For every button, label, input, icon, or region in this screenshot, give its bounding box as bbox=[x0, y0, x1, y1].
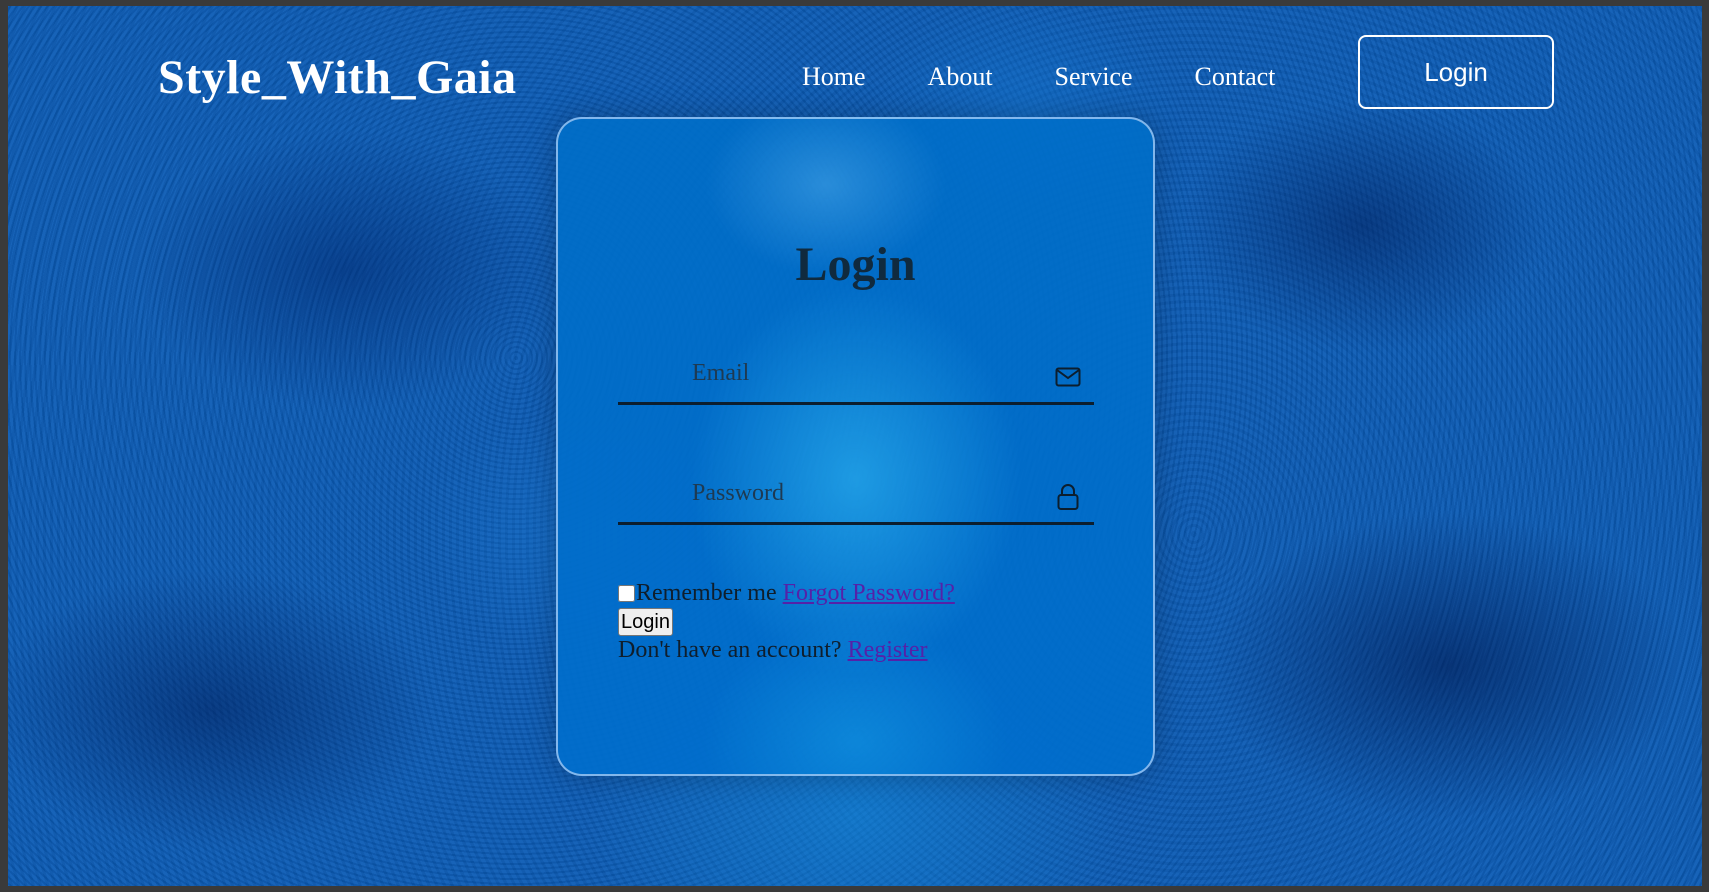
nav-service-link[interactable]: Service bbox=[1055, 62, 1133, 92]
lock-icon bbox=[1054, 483, 1082, 511]
email-input[interactable] bbox=[618, 345, 1094, 402]
login-card: Login Remember me Forgot P bbox=[556, 117, 1155, 776]
remember-checkbox[interactable] bbox=[618, 584, 635, 602]
header-login-button[interactable]: Login bbox=[1358, 35, 1554, 109]
password-input[interactable] bbox=[618, 465, 1094, 522]
register-link[interactable]: Register bbox=[848, 637, 928, 663]
login-submit-button[interactable]: Login bbox=[618, 608, 673, 636]
register-row: Don't have an account? Register bbox=[618, 636, 955, 664]
nav-home-link[interactable]: Home bbox=[802, 62, 866, 92]
remember-label: Remember me bbox=[636, 580, 777, 606]
mail-icon bbox=[1054, 363, 1082, 391]
main-nav: Home About Service Contact bbox=[802, 62, 1275, 92]
password-field-group bbox=[618, 465, 1094, 525]
brand-logo[interactable]: Style_With_Gaia bbox=[158, 50, 517, 105]
submit-row: Login bbox=[618, 607, 955, 636]
nav-contact-link[interactable]: Contact bbox=[1195, 62, 1276, 92]
page-background: Style_With_Gaia Home About Service Conta… bbox=[8, 6, 1702, 886]
register-prompt: Don't have an account? bbox=[618, 637, 842, 663]
remember-row: Remember me Forgot Password? bbox=[618, 579, 955, 607]
login-options: Remember me Forgot Password? Login Don't… bbox=[618, 579, 955, 664]
forgot-password-link[interactable]: Forgot Password? bbox=[783, 579, 955, 607]
nav-about-link[interactable]: About bbox=[928, 62, 993, 92]
email-field-group bbox=[618, 345, 1094, 405]
login-title: Login bbox=[795, 238, 916, 291]
